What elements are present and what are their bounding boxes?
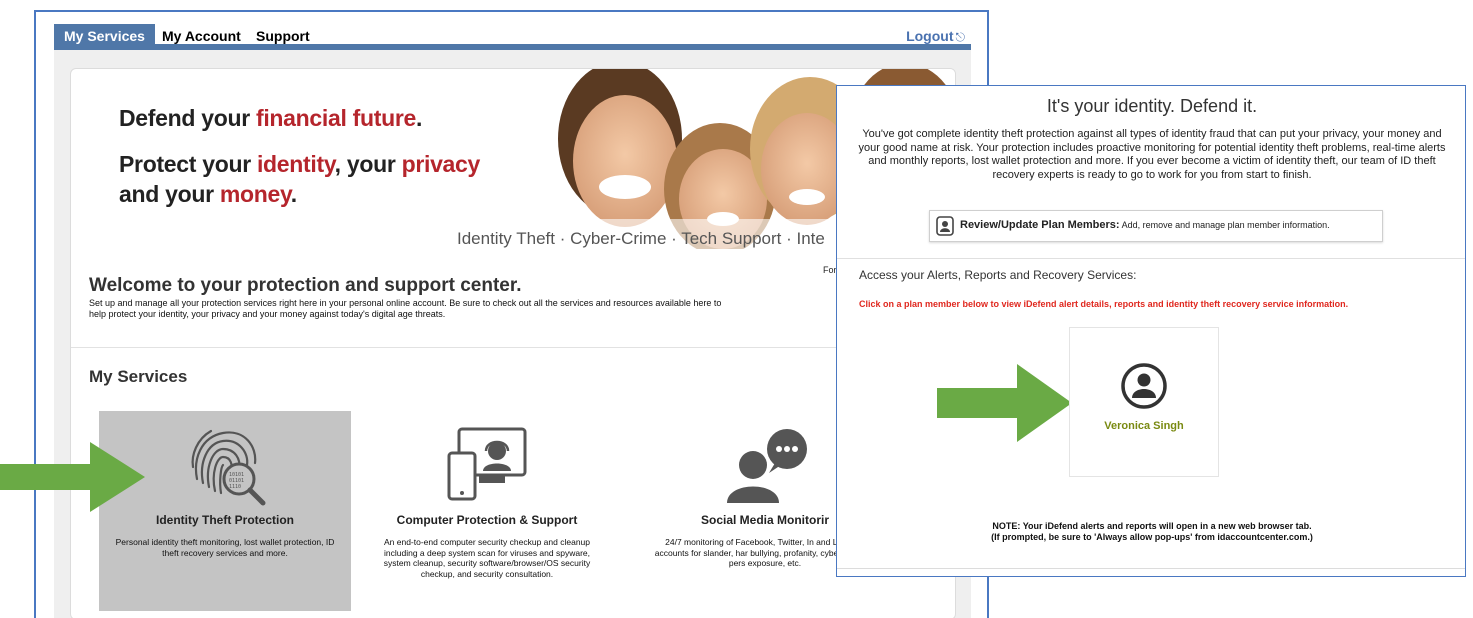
review-plan-members-button[interactable]: Review/Update Plan Members: Add, remove …: [929, 210, 1383, 242]
hero-text: , your: [334, 151, 402, 177]
hero-text: .: [416, 105, 423, 131]
plan-member-card[interactable]: Veronica Singh: [1069, 327, 1219, 477]
hero-emphasis: identity: [256, 151, 335, 177]
hero-emphasis: financial future: [255, 105, 417, 131]
hero-emphasis: money: [219, 181, 291, 207]
overlay-bottom-rule: [837, 568, 1465, 569]
hero-banner: Defend your financial future. Protect yo…: [71, 69, 955, 259]
logout-icon: ⎋: [955, 30, 966, 44]
service-description: An end-to-end computer security checkup …: [383, 537, 591, 579]
fingerprint-search-icon: 10101 01101 1110: [191, 429, 266, 506]
hero-emphasis: privacy: [401, 151, 481, 177]
green-arrow-icon: [0, 442, 145, 512]
note-line: (If prompted, be sure to 'Always allow p…: [991, 532, 1313, 542]
screenshot-stage: My Services My Account Support Logout ⎋ D…: [0, 0, 1473, 618]
person-chat-icon: [727, 429, 807, 503]
review-label: Review/Update Plan Members: Add, remove …: [960, 219, 1330, 231]
main-card: Defend your financial future. Protect yo…: [70, 68, 956, 618]
service-computer-protection[interactable]: Computer Protection & Support An end-to-…: [361, 411, 613, 611]
nav-tabbar: My Services My Account Support Logout ⎋: [54, 24, 971, 50]
logout-label: Logout: [906, 28, 954, 44]
popup-note: NOTE: Your iDefend alerts and reports wi…: [837, 521, 1465, 543]
hero-text: Defend your: [119, 105, 256, 131]
hero-headline: Defend your financial future.: [119, 105, 422, 132]
svg-text:1110: 1110: [229, 484, 241, 490]
tab-my-services[interactable]: My Services: [54, 24, 155, 50]
members-card-icon: [936, 216, 954, 236]
for-text: For: [823, 265, 837, 275]
hero-text: and your: [119, 181, 220, 207]
access-title: Access your Alerts, Reports and Recovery…: [859, 268, 1137, 282]
welcome-title: Welcome to your protection and support c…: [89, 275, 522, 296]
welcome-text: Set up and manage all your protection se…: [89, 298, 722, 319]
my-services-heading: My Services: [89, 367, 188, 386]
tab-my-account[interactable]: My Account: [152, 24, 251, 50]
overlay-title: It's your identity. Defend it.: [1046, 96, 1258, 116]
member-name: Veronica Singh: [1104, 420, 1184, 432]
service-title: Computer Protection & Support: [396, 513, 578, 527]
user-avatar-icon: [1121, 363, 1167, 409]
overlay-divider: [837, 258, 1465, 259]
green-arrow-icon: [937, 364, 1072, 442]
hero-text: Protect your: [119, 151, 257, 177]
service-description: Personal identity theft monitoring, lost…: [115, 537, 335, 558]
note-line: NOTE: Your iDefend alerts and reports wi…: [992, 521, 1312, 531]
service-title: Identity Theft Protection: [156, 513, 294, 527]
tab-support[interactable]: Support: [246, 24, 320, 50]
hero-text: .: [290, 181, 297, 207]
identity-overlay-panel: It's your identity. Defend it. You've go…: [836, 85, 1466, 577]
logout-link[interactable]: Logout ⎋: [906, 28, 965, 45]
section-divider: [71, 347, 955, 348]
click-instruction: Click on a plan member below to view iDe…: [859, 299, 1349, 309]
review-label-text: Add, remove and manage plan member infor…: [1119, 220, 1330, 230]
hero-tagline: Identity Theft · Cyber-Crime · Tech Supp…: [457, 229, 825, 248]
review-label-strong: Review/Update Plan Members:: [960, 219, 1120, 231]
overlay-description: You've got complete identity theft prote…: [858, 128, 1446, 181]
devices-support-icon: [447, 427, 527, 501]
hero-subheadline: Protect your identity, your privacy and …: [119, 149, 519, 209]
